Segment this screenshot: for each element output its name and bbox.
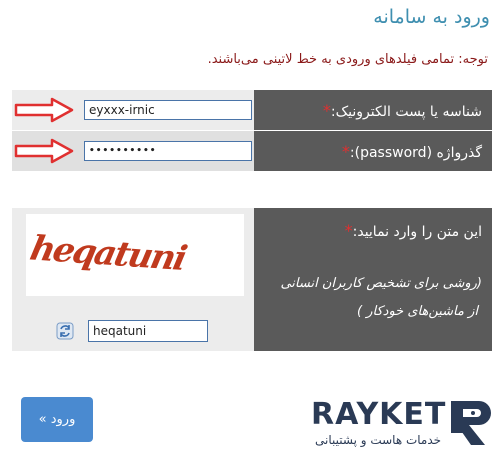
latin-notice: توجه: تمامی فیلدهای ورودی به خط لاتینی م… xyxy=(207,52,488,67)
password-row: •••••••••• گذرواژه (password):* xyxy=(12,131,492,171)
captcha-input[interactable]: heqatuni xyxy=(88,320,208,342)
email-row: eyxxx-irnic شناسه یا پست الکترونیک:* xyxy=(12,90,492,130)
required-mark: * xyxy=(322,101,331,120)
captcha-image: heqatuni xyxy=(26,214,244,296)
captcha-hint-line1: (روشی برای تشخیص کاربران انسانی xyxy=(280,276,482,291)
email-label-cell: شناسه یا پست الکترونیک:* xyxy=(254,90,492,130)
login-form: eyxxx-irnic شناسه یا پست الکترونیک:* •••… xyxy=(12,90,492,171)
captcha-label-cell: این متن را وارد نمایید:* (روشی برای تشخی… xyxy=(254,208,492,351)
refresh-icon[interactable] xyxy=(56,322,74,340)
captcha-image-text: heqatuni xyxy=(27,229,190,279)
arrow-right-icon xyxy=(14,138,74,164)
brand-logo: RAYKET خدمات هاست و پشتیبانی xyxy=(305,395,495,450)
captcha-label: این متن را وارد نمایید:* xyxy=(344,221,482,240)
password-label: گذرواژه (password):* xyxy=(341,142,482,161)
page-title: ورود به سامانه xyxy=(373,6,490,28)
email-label: شناسه یا پست الکترونیک:* xyxy=(322,101,482,120)
captcha-hint-line2: از ماشین‌های خودکار ) xyxy=(357,304,478,319)
arrow-right-icon xyxy=(14,97,74,123)
brand-name: RAYKET xyxy=(311,397,447,432)
required-mark: * xyxy=(344,221,353,240)
brand-tagline: خدمات هاست و پشتیبانی xyxy=(315,433,442,447)
email-input[interactable]: eyxxx-irnic xyxy=(84,100,252,120)
email-field-cell: eyxxx-irnic xyxy=(12,90,254,130)
required-mark: * xyxy=(341,142,350,161)
captcha-section: heqatuni heqatuni این متن را وارد نمایید… xyxy=(12,208,492,351)
password-label-cell: گذرواژه (password):* xyxy=(254,131,492,171)
password-field-cell: •••••••••• xyxy=(12,131,254,171)
brand-mark-icon xyxy=(451,401,491,445)
submit-button[interactable]: ورود » xyxy=(21,397,93,442)
password-input[interactable]: •••••••••• xyxy=(84,141,252,161)
captcha-field-cell: heqatuni heqatuni xyxy=(12,208,254,351)
